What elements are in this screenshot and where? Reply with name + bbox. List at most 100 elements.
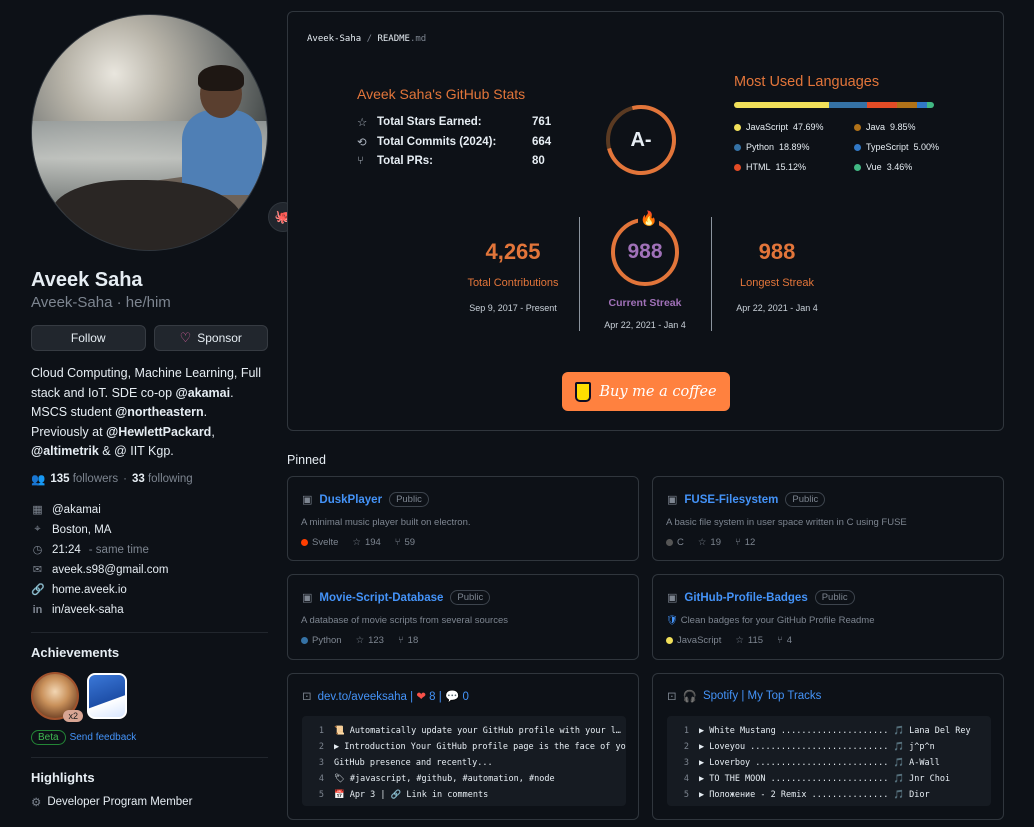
language-name: Python [746, 142, 775, 152]
language-dot [854, 123, 861, 131]
readme-filename: README [377, 34, 410, 44]
sponsor-button[interactable]: ♡ Sponsor [153, 325, 268, 351]
repo-icon: ▣ [667, 494, 678, 506]
repo-header: ▣ Movie-Script-Database Public [302, 590, 491, 605]
language-name: Python [312, 635, 342, 646]
code-line: 4 ▶ TO THE MOON ....................... 🎵… [667, 771, 991, 787]
readme-extension: .md [409, 34, 427, 44]
language-dot [734, 123, 741, 131]
linkedin-link[interactable]: in/aveek-saha [52, 604, 124, 616]
code-line: 1 ▶ White Mustang ..................... 🎵… [667, 723, 991, 739]
repo-forks-link[interactable]: ⑂ 59 [395, 537, 415, 548]
repo-name-link[interactable]: Movie-Script-Database [319, 592, 443, 604]
send-feedback-link[interactable]: Send feedback [70, 732, 137, 743]
achievement-badge-arctic[interactable] [87, 672, 127, 719]
highlights-title: Highlights [31, 769, 95, 785]
language-dot [301, 539, 308, 546]
repo-stars-link[interactable]: ☆ 194 [352, 537, 380, 548]
code-text: 📜 Automatically update your GitHub profi… [334, 726, 621, 736]
gist-title-link[interactable]: Spotify | My Top Tracks [703, 690, 821, 702]
stat-row-commits: ⟲ Total Commits (2024): 664 [357, 135, 551, 149]
readme-owner-link[interactable]: Aveek-Saha [307, 34, 361, 44]
language-bar-segment [917, 102, 928, 108]
repo-header: ▣ GitHub-Profile-Badges Public [667, 590, 855, 605]
gist-title: dev.to/aveeksaha | [317, 691, 417, 703]
location-text: Boston, MA [52, 523, 112, 536]
buy-me-a-coffee-button[interactable]: Buy me a coffee [562, 372, 730, 411]
email-link[interactable]: aveek.s98@gmail.com [52, 564, 169, 576]
detail-website: 🔗 home.aveek.io [31, 580, 268, 600]
star-icon: ☆ [352, 537, 361, 548]
repo-language: C [666, 537, 684, 548]
gist-title-link[interactable]: dev.to/aveeksaha | ❤ 8 | 💬 0 [318, 689, 469, 703]
repo-meta: Svelte ☆ 194 ⑂ 59 [301, 537, 415, 548]
bio-mention-northeastern[interactable]: @northeastern [115, 405, 204, 419]
language-name: JavaScript [677, 635, 722, 646]
gist-code-block: 1 📜 Automatically update your GitHub prof… [302, 716, 626, 806]
rank-grade: A- [630, 128, 652, 151]
current-streak-label: Current Streak [608, 297, 682, 309]
language-pct: 15.12% [775, 162, 807, 172]
repo-stars-link[interactable]: ☆ 19 [698, 537, 721, 548]
code-line: 4 🏷 #javascript, #github, #automation, #n… [302, 771, 626, 787]
avatar-figure-hair [198, 65, 244, 91]
avatar[interactable] [31, 14, 268, 251]
title-separator: | [435, 691, 445, 703]
fork-count: 18 [407, 635, 419, 646]
company-text[interactable]: @akamai [52, 504, 101, 516]
repo-forks-link[interactable]: ⑂ 12 [735, 537, 755, 548]
following-label: following [147, 472, 193, 485]
language-bar-segment [829, 102, 868, 108]
achievements-beta-row: Beta Send feedback [31, 729, 268, 745]
achievement-badge-pull-shark[interactable]: x2 [31, 671, 83, 722]
code-line: 3 ▶ Loverboy .......................... 🎵… [667, 755, 991, 771]
repo-name-link[interactable]: DuskPlayer [319, 494, 382, 506]
language-name: HTML [746, 162, 771, 172]
profile-sidebar: 🐙 Aveek Saha Aveek-Saha · he/him Follow … [31, 14, 298, 809]
fork-count: 12 [744, 537, 756, 548]
language-dot [666, 637, 673, 644]
linkedin-icon: in [32, 603, 43, 616]
website-link[interactable]: home.aveek.io [52, 584, 127, 596]
language-pct: 9.85% [890, 122, 916, 132]
stat-row-prs: ⑂ Total PRs: 80 [357, 155, 545, 167]
repo-description: A basic file system in user space writte… [666, 517, 907, 528]
repo-name-link[interactable]: FUSE-Filesystem [684, 494, 778, 506]
code-text: 🏷 #javascript, #github, #automation, #no… [334, 774, 555, 784]
repo-meta: Python ☆ 123 ⑂ 18 [301, 635, 418, 646]
code-line: 2 ▶ Introduction Your GitHub profile page… [302, 739, 626, 755]
flame-icon: 🔥 [638, 210, 660, 227]
repo-stars-link[interactable]: ☆ 115 [735, 635, 763, 646]
following-link[interactable]: 33 following [132, 473, 193, 485]
comment-count: 0 [462, 691, 469, 703]
repo-stars-link[interactable]: ☆ 123 [356, 635, 384, 646]
language-bar-segment [734, 102, 830, 108]
stat-row-stars: ☆ Total Stars Earned: 761 [357, 115, 551, 129]
bio-mention-altimetrik[interactable]: @altimetrik [31, 444, 99, 458]
pinned-gist-devto: ⊡ dev.to/aveeksaha | ❤ 8 | 💬 0 1 📜 Automa… [287, 673, 639, 820]
language-item: JavaScript 47.69% [734, 122, 854, 132]
repo-description: A database of movie scripts from several… [301, 615, 508, 626]
profile-login: Aveek-Saha · he/him [31, 294, 171, 311]
fork-count: 4 [786, 635, 793, 646]
code-line: 1 📜 Automatically update your GitHub prof… [302, 723, 626, 739]
heart-icon: ❤ [416, 691, 426, 703]
language-pct: 47.69% [793, 122, 824, 132]
language-dot [301, 637, 308, 644]
repo-icon: ▣ [667, 592, 678, 604]
language-name: TypeScript [866, 142, 909, 152]
location-pin-icon: ⌖ [34, 523, 41, 535]
followers-link[interactable]: 135 followers [50, 473, 118, 485]
detail-email: ✉ aveek.s98@gmail.com [31, 560, 268, 580]
bio-mention-akamai[interactable]: @akamai [176, 386, 231, 400]
language-dot [854, 143, 861, 151]
pinned-repo-card: ▣ Movie-Script-Database Public A databas… [287, 574, 639, 660]
follow-button[interactable]: Follow [31, 325, 146, 351]
avatar-rock [52, 180, 242, 250]
repo-forks-link[interactable]: ⑂ 18 [398, 635, 418, 646]
repo-name-link[interactable]: GitHub-Profile-Badges [684, 592, 807, 604]
repo-icon: ▣ [302, 494, 313, 506]
language-name: Java [866, 122, 886, 132]
bio-mention-hewlettpackard[interactable]: @HewlettPackard [106, 425, 211, 439]
repo-forks-link[interactable]: ⑂ 4 [777, 635, 792, 646]
